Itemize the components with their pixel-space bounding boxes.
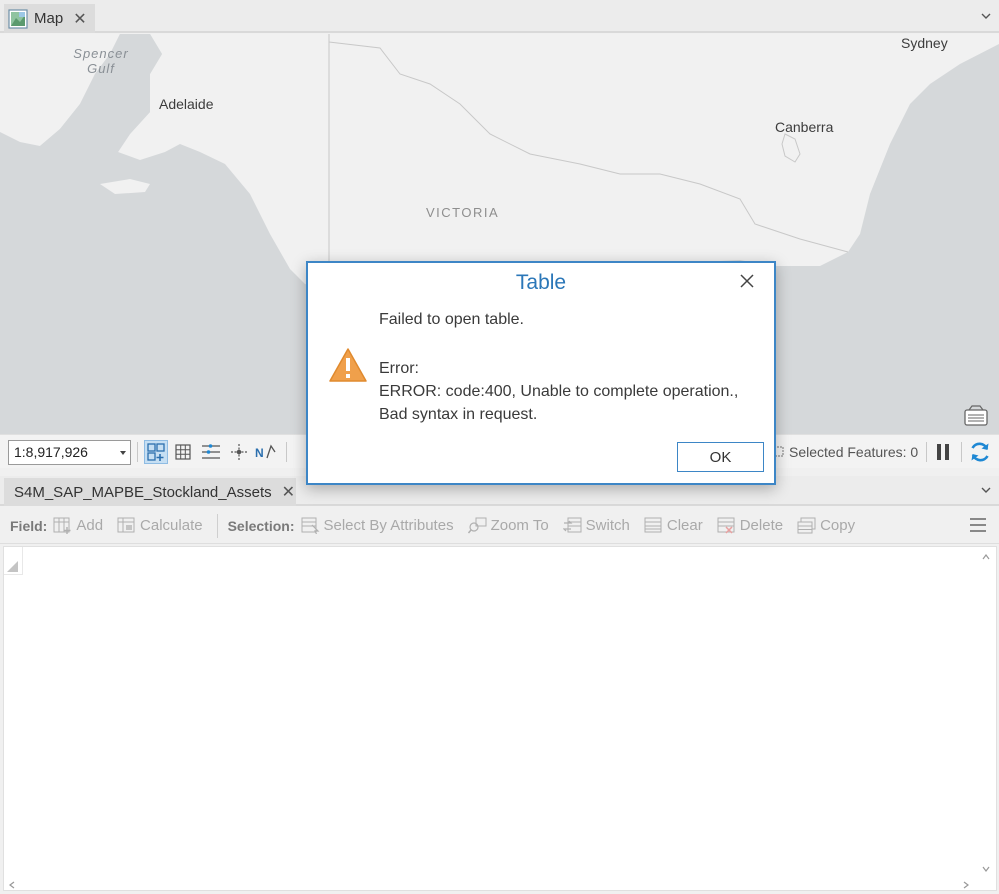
select-all-corner[interactable] [4, 547, 23, 575]
calculate-icon [117, 517, 135, 533]
scroll-up-icon[interactable] [982, 553, 990, 561]
add-field-icon [53, 517, 71, 534]
close-icon[interactable] [738, 272, 756, 290]
refresh-icon[interactable] [968, 440, 992, 464]
map-label-victoria: VICTORIA [426, 205, 500, 220]
chevron-down-icon[interactable] [979, 483, 993, 497]
zoom-to-button[interactable]: Zoom To [467, 517, 549, 534]
table-toolbar: Field: Add Calculate Selection: Select B… [0, 508, 999, 544]
copy-icon [797, 517, 816, 534]
delete-icon [717, 517, 735, 534]
copy-selection-button[interactable]: Copy [797, 517, 855, 534]
add-field-button[interactable]: Add [53, 517, 103, 534]
switch-selection-button[interactable]: Switch [562, 517, 630, 534]
correction-button[interactable] [199, 440, 223, 464]
select-by-attributes-button[interactable]: Select By Attributes [301, 517, 454, 534]
map-label-canberra: Canberra [775, 119, 834, 135]
error-line-1: ERROR: code:400, Unable to complete oper… [379, 383, 739, 400]
snapping-icon [147, 443, 165, 461]
tab-table-label: S4M_SAP_MAPBE_Stockland_Assets [14, 483, 272, 501]
dialog-title: Table [515, 271, 567, 294]
grid-icon [175, 444, 191, 460]
correction-icon [202, 444, 220, 459]
chevron-down-icon[interactable] [979, 9, 993, 23]
map-label-spencer-gulf: Spencer Gulf [73, 46, 129, 76]
selected-features-indicator[interactable]: Selected Features: 0 [773, 444, 918, 460]
scale-dropdown-icon[interactable] [120, 451, 126, 455]
warning-icon [329, 348, 367, 382]
selected-features-label: Selected Features: 0 [789, 444, 919, 460]
tab-attribute-table[interactable]: S4M_SAP_MAPBE_Stockland_Assets ✕ [4, 478, 296, 506]
scroll-down-icon[interactable] [982, 865, 990, 873]
pause-drawing-icon[interactable] [934, 442, 952, 462]
scale-value: 1:8,917,926 [14, 444, 88, 460]
ok-button[interactable]: OK [677, 442, 764, 472]
dialog-error-text: Error: ERROR: code:400, Unable to comple… [379, 357, 738, 426]
error-label: Error: [379, 360, 419, 377]
vertical-scrollbar[interactable] [976, 547, 996, 890]
map-label-sydney: Sydney [901, 35, 948, 51]
select-by-attributes-icon [301, 517, 319, 534]
scroll-right-icon[interactable] [962, 881, 970, 889]
delete-selection-button[interactable]: Delete [717, 517, 783, 534]
selection-heading: Selection: [227, 517, 295, 534]
toolbar-separator [137, 442, 138, 462]
table-error-dialog: Table Failed to open table. Error: ERROR… [306, 261, 776, 485]
switch-icon [562, 517, 582, 533]
toolbar-divider [216, 513, 218, 538]
close-table-tab-icon[interactable]: ✕ [282, 482, 295, 502]
clear-icon [644, 517, 662, 533]
error-line-2: Bad syntax in request. [379, 406, 538, 423]
scroll-left-icon[interactable] [8, 881, 16, 889]
table-options-menu-icon[interactable] [969, 517, 987, 533]
grid-button[interactable] [171, 440, 195, 464]
map-label-adelaide: Adelaide [159, 96, 214, 112]
north-icon: N [255, 444, 276, 460]
map-icon [8, 8, 28, 29]
corner-triangle-icon [7, 561, 18, 572]
toolbar-separator [286, 442, 287, 462]
toolbar-separator [926, 442, 927, 462]
svg-text:N: N [255, 446, 264, 460]
constraints-icon [231, 444, 247, 460]
calculate-field-button[interactable]: Calculate [117, 517, 203, 534]
close-map-tab-icon[interactable]: ✕ [73, 9, 86, 29]
dialog-message: Failed to open table. [379, 311, 524, 328]
map-tab-bar: Map ✕ [0, 0, 999, 33]
toolbar-separator [961, 442, 962, 462]
north-arrow-button[interactable]: N [254, 440, 278, 464]
field-heading: Field: [10, 517, 48, 534]
zoom-to-icon [467, 517, 487, 534]
snapping-button[interactable] [144, 440, 168, 464]
horizontal-scrollbar[interactable] [4, 880, 978, 890]
scale-combobox[interactable]: 1:8,917,926 [8, 440, 131, 465]
tab-map-label: Map [34, 10, 64, 27]
attribute-table-grid[interactable] [3, 546, 997, 891]
clear-selection-button[interactable]: Clear [644, 517, 703, 534]
constraints-button[interactable] [227, 440, 251, 464]
tab-map[interactable]: Map ✕ [4, 4, 95, 33]
basemap-gallery-icon[interactable] [963, 405, 989, 427]
